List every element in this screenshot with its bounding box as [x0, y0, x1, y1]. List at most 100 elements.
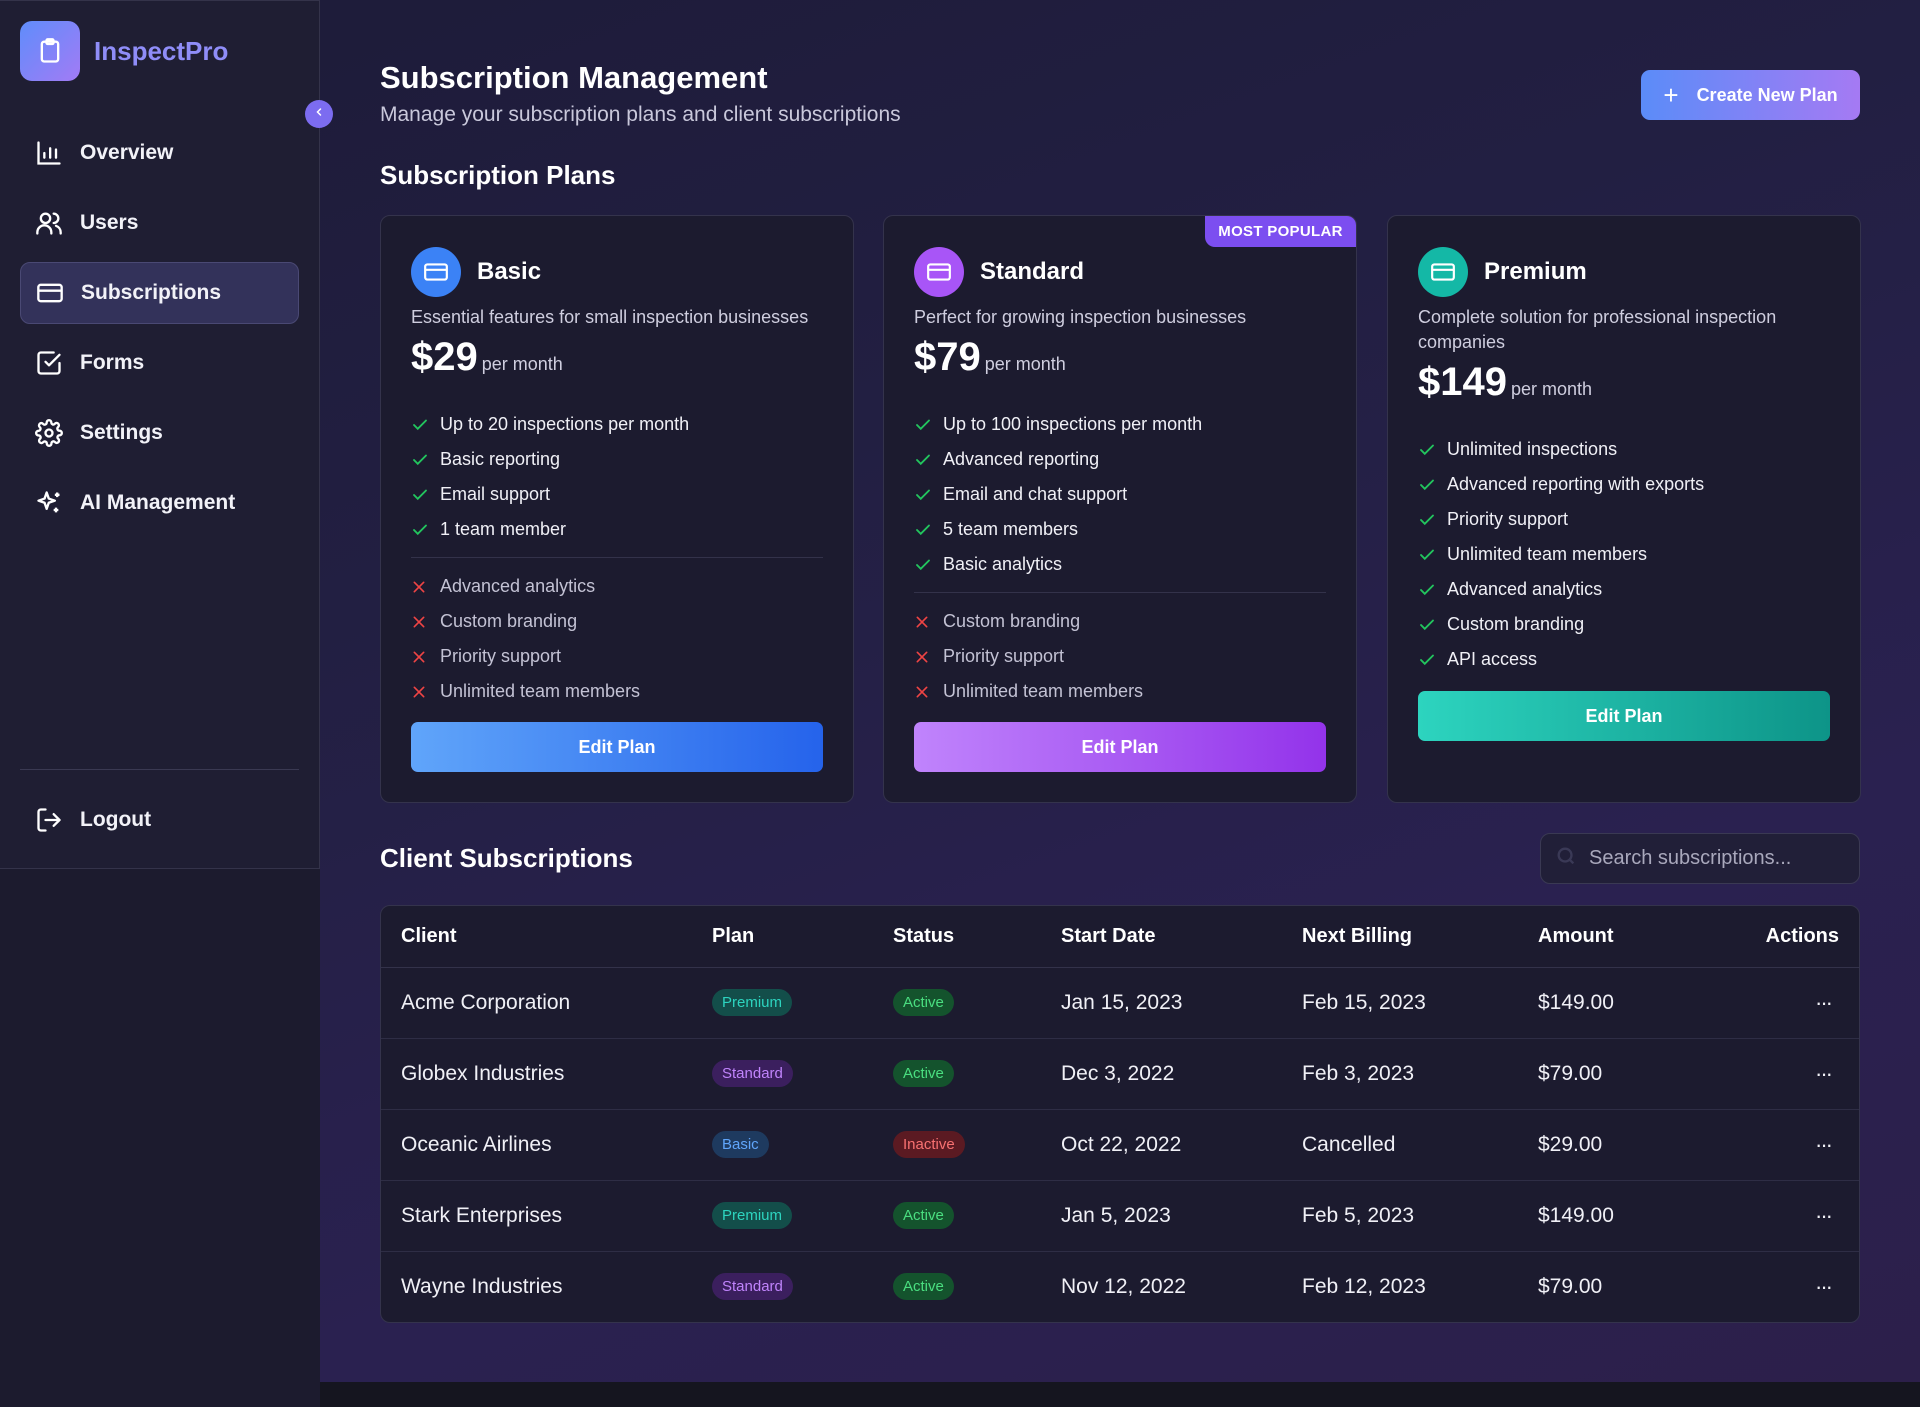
feature-included: Email and chat support: [914, 477, 1326, 512]
status-badge: Active: [893, 1273, 954, 1301]
start-date: Nov 12, 2022: [1061, 1274, 1186, 1298]
feature-excluded: Priority support: [411, 639, 823, 674]
client-name: Wayne Industries: [401, 1274, 563, 1298]
feature-excluded: Custom branding: [411, 604, 823, 639]
feature-included: Basic analytics: [914, 547, 1326, 582]
feature-included: Email support: [411, 477, 823, 512]
sidebar-item-users[interactable]: Users: [20, 192, 299, 254]
collapse-sidebar-button[interactable]: [305, 100, 333, 128]
logout-button[interactable]: Logout: [20, 789, 299, 851]
more-actions-icon[interactable]: ···: [1815, 1274, 1833, 1299]
sidebar-item-label: Users: [80, 211, 139, 234]
feature-label: Unlimited inspections: [1447, 439, 1618, 459]
more-actions-icon[interactable]: ···: [1815, 1132, 1833, 1157]
column-header[interactable]: Next Billing: [1282, 906, 1518, 968]
table-row[interactable]: Acme Corporation Premium Active Jan 15, …: [381, 967, 1859, 1039]
next-billing: Feb 15, 2023: [1282, 967, 1518, 1039]
check-icon: [411, 451, 433, 469]
column-header[interactable]: Status: [873, 906, 1041, 968]
search-box: [1540, 833, 1860, 884]
sidebar-item-ai-management[interactable]: AI Management: [20, 472, 299, 534]
table-row[interactable]: Globex Industries Standard Active Dec 3,…: [381, 1038, 1859, 1110]
sidebar-item-label: Subscriptions: [81, 281, 222, 304]
sidebar-item-settings[interactable]: Settings: [20, 402, 299, 464]
subscriptions-table: Client Plan Status Start Date Next Billi…: [380, 905, 1860, 1323]
more-actions-icon[interactable]: ···: [1815, 1203, 1833, 1228]
price-amount: $79: [914, 335, 981, 379]
search-input[interactable]: [1589, 847, 1849, 870]
sidebar-item-label: Overview: [80, 141, 174, 164]
column-header[interactable]: Plan: [692, 906, 873, 968]
create-new-plan-button[interactable]: + Create New Plan: [1641, 70, 1860, 120]
feature-included: Unlimited team members: [1418, 537, 1830, 572]
app-name: InspectPro: [94, 35, 229, 66]
plan-price: $29 per month: [411, 335, 563, 380]
column-header[interactable]: Start Date: [1041, 906, 1282, 968]
x-icon: [411, 684, 433, 700]
plan-badge: Premium: [712, 1202, 793, 1229]
brand[interactable]: InspectPro: [20, 21, 228, 81]
plan-description: Complete solution for professional inspe…: [1418, 307, 1777, 352]
feature-excluded: Unlimited team members: [411, 674, 823, 709]
check-icon: [1418, 581, 1440, 599]
more-actions-icon[interactable]: ···: [1815, 1061, 1833, 1086]
next-billing: Cancelled: [1282, 1109, 1518, 1181]
feature-label: Up to 100 inspections per month: [943, 414, 1203, 434]
check-icon: [914, 451, 936, 469]
feature-label: Advanced reporting with exports: [1447, 474, 1705, 494]
credit-card-icon: [914, 247, 964, 297]
feature-label: Email and chat support: [943, 484, 1128, 504]
feature-label: 1 team member: [440, 519, 567, 539]
amount: $149.00: [1518, 967, 1717, 1039]
table-row[interactable]: Oceanic Airlines Basic Inactive Oct 22, …: [381, 1109, 1859, 1181]
sidebar-item-overview[interactable]: Overview: [20, 122, 299, 184]
feature-included: Up to 20 inspections per month: [411, 407, 823, 442]
feature-divider: [411, 557, 823, 558]
bottom-strip: [320, 1382, 1920, 1407]
feature-label: Custom branding: [440, 611, 578, 631]
column-header[interactable]: Client: [381, 906, 692, 968]
price-period: per month: [1510, 379, 1593, 399]
amount: $79.00: [1518, 1038, 1717, 1110]
chart-bar-icon: [34, 138, 64, 168]
more-actions-icon[interactable]: ···: [1815, 990, 1833, 1015]
check-icon: [1418, 441, 1440, 459]
feature-included: Unlimited inspections: [1418, 432, 1830, 467]
sidebar-background: [0, 869, 320, 1407]
check-icon: [1418, 546, 1440, 564]
edit-plan-button[interactable]: Edit Plan: [1418, 691, 1830, 741]
x-icon: [914, 614, 936, 630]
x-icon: [411, 614, 433, 630]
clients-section-title: Client Subscriptions: [380, 843, 633, 873]
plan-badge: Standard: [712, 1060, 793, 1087]
table-row[interactable]: Stark Enterprises Premium Active Jan 5, …: [381, 1180, 1859, 1252]
sidebar-item-forms[interactable]: Forms: [20, 332, 299, 394]
plan-header: Basic: [411, 247, 541, 297]
feature-included: API access: [1418, 642, 1830, 677]
plan-header: Premium: [1418, 247, 1587, 297]
plan-badge: Standard: [712, 1273, 793, 1301]
most-popular-badge: MOST POPULAR: [1205, 216, 1356, 247]
price-amount: $29: [411, 335, 478, 379]
plan-price: $79 per month: [914, 335, 1066, 380]
sidebar-item-subscriptions[interactable]: Subscriptions: [20, 262, 299, 324]
feature-included: Advanced reporting with exports: [1418, 467, 1830, 502]
column-header[interactable]: Amount: [1518, 906, 1717, 968]
feature-label: Advanced analytics: [440, 576, 596, 596]
amount: $79.00: [1538, 1274, 1603, 1298]
plans-section-title: Subscription Plans: [380, 160, 616, 190]
table-row[interactable]: Wayne Industries Standard Active Nov 12,…: [381, 1251, 1859, 1322]
start-date: Jan 15, 2023: [1041, 967, 1282, 1039]
feature-label: Advanced analytics: [1447, 579, 1603, 599]
feature-excluded: Advanced analytics: [411, 569, 823, 604]
feature-list: Up to 20 inspections per month Basic rep…: [411, 407, 823, 709]
check-icon: [411, 416, 433, 434]
credit-card-icon: [35, 278, 65, 308]
clipboard-icon: [20, 21, 80, 81]
check-icon: [914, 521, 936, 539]
x-icon: [411, 649, 433, 665]
sidebar-item-label: Forms: [80, 351, 145, 374]
price-period: per month: [481, 354, 563, 374]
edit-plan-button[interactable]: Edit Plan: [914, 722, 1326, 772]
edit-plan-button[interactable]: Edit Plan: [411, 722, 823, 772]
